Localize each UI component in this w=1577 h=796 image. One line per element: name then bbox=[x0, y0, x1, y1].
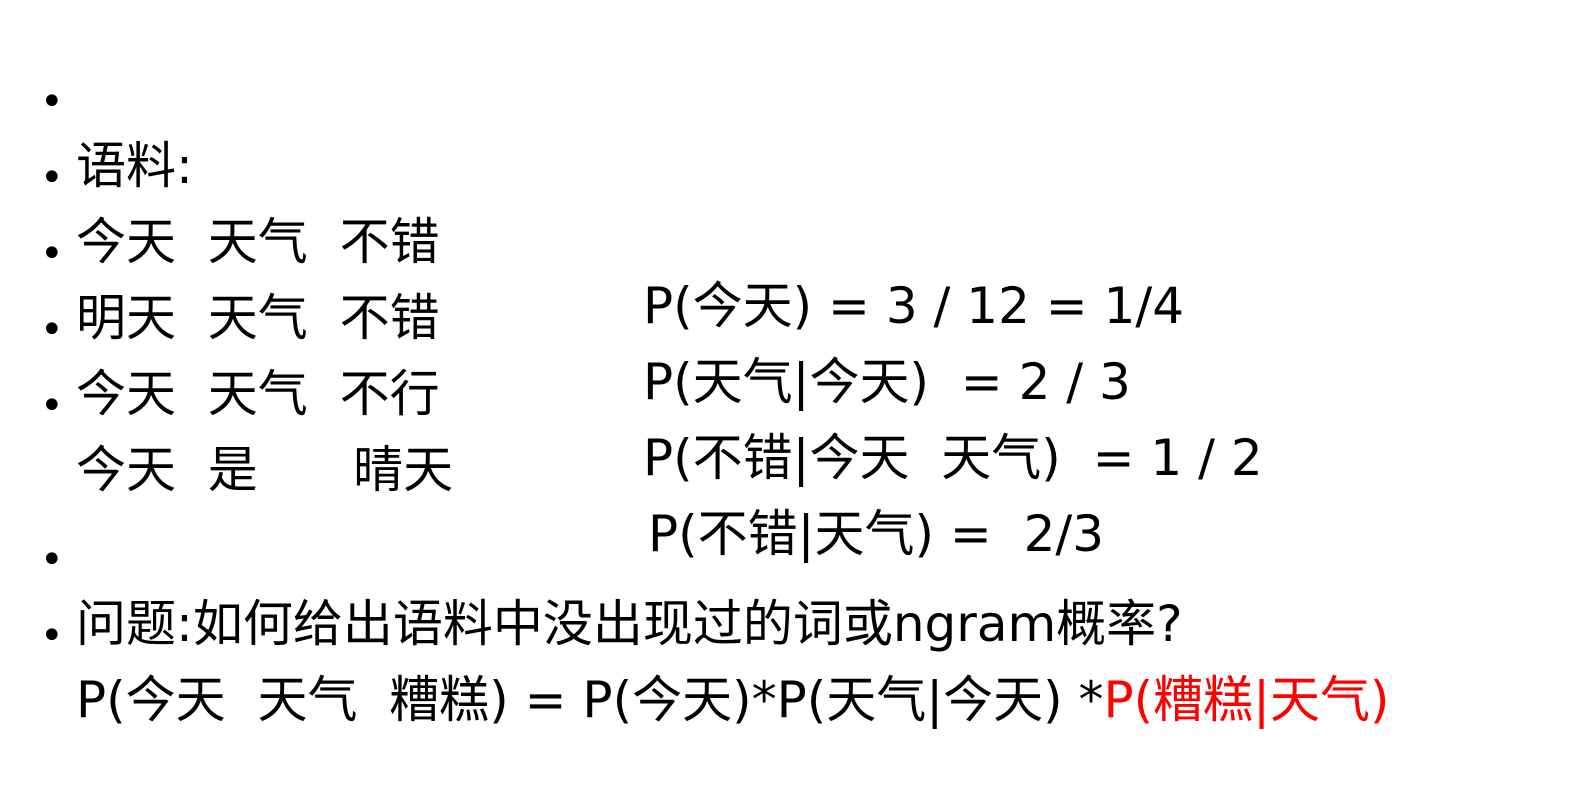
corpus-sentence: 今天 天气 不错 bbox=[76, 213, 440, 271]
corpus-row: • 今天 天气 不错 P(今天) = 3 / 12 = 1/4 bbox=[0, 82, 1184, 335]
question-formula-line: • P(今天 天气 糟糕) = P(今天)*P(天气|今天) *P(糟糕|天气) bbox=[0, 540, 1390, 729]
corpus-row: • 今天 天气 不行 P(不错|今天 天气) = 1 / 2 bbox=[0, 234, 1263, 487]
probability-formula: P(不错|今天 天气) = 1 / 2 bbox=[643, 429, 1263, 487]
corpus-heading: 语料: bbox=[76, 137, 193, 195]
probability-formula: P(天气|今天) = 2 / 3 bbox=[643, 353, 1131, 411]
chain-formula: P(今天 天气 糟糕) = P(今天)*P(天气|今天) *P(糟糕|天气) bbox=[76, 668, 1390, 732]
corpus-sentence: 明天 天气 不错 bbox=[76, 289, 440, 347]
probability-formula: P(今天) = 3 / 12 = 1/4 bbox=[643, 277, 1185, 335]
probability-formula: P(不错|天气) = 2/3 bbox=[648, 505, 1105, 563]
corpus-sentence: 今天 天气 不行 bbox=[76, 365, 440, 423]
chain-formula-highlight: P(糟糕|天气) bbox=[1103, 671, 1390, 729]
question-line: • 问题:如何给出语料中没出现过的词或ngram概率? bbox=[0, 464, 1183, 653]
bullet-icon: • bbox=[40, 383, 64, 429]
chain-formula-black: P(今天 天气 糟糕) = P(今天)*P(天气|今天) * bbox=[76, 671, 1104, 729]
corpus-row: • 明天 天气 不错 P(天气|今天) = 2 / 3 bbox=[0, 158, 1131, 411]
slide: • 语料: • 今天 天气 不错 P(今天) = 3 / 12 = 1/4 • … bbox=[0, 0, 1577, 729]
question-text: 问题:如何给出语料中没出现过的词或ngram概率? bbox=[76, 595, 1183, 653]
corpus-heading-line: • 语料: bbox=[0, 6, 193, 195]
corpus-row: • 今天 是 晴天 P(不错|天气) = 2/3 bbox=[0, 310, 1104, 563]
corpus-sentence: 今天 是 晴天 bbox=[76, 441, 454, 499]
bullet-icon: • bbox=[40, 613, 64, 659]
